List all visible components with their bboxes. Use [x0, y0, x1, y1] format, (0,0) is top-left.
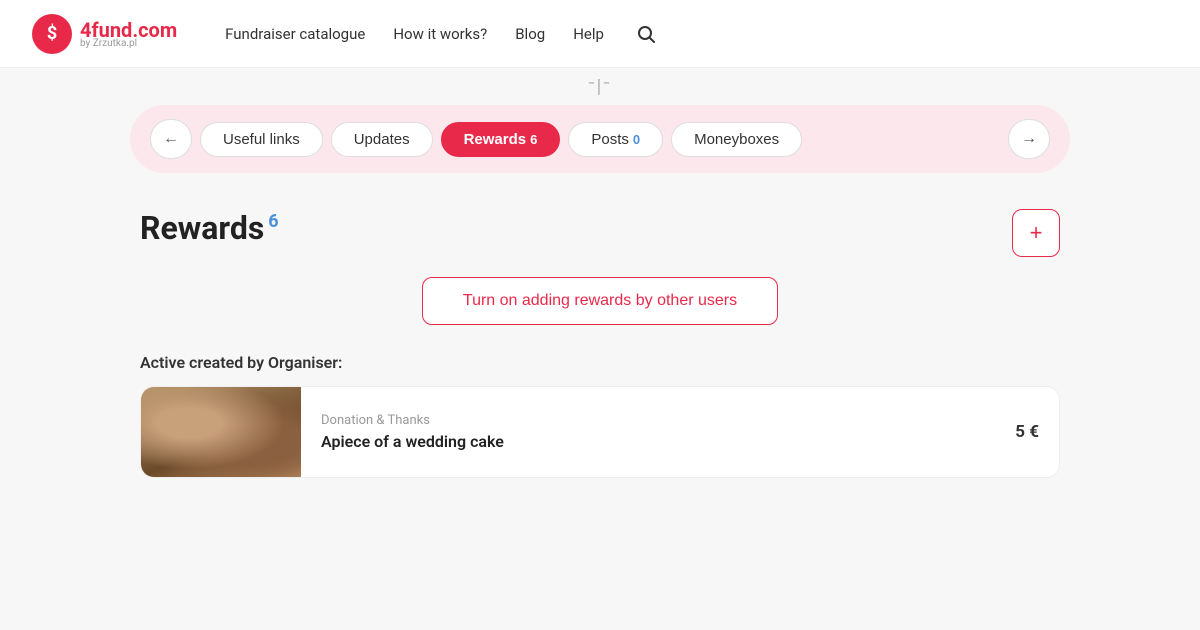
rewards-title: Rewards: [140, 209, 264, 247]
tab-posts-label: Posts: [591, 131, 629, 148]
rewards-title-wrap: Rewards 6: [140, 209, 279, 247]
tab-rewards-badge: 6: [530, 132, 537, 147]
scroll-dots: ⁻|⁻: [588, 76, 612, 97]
tab-moneyboxes-label: Moneyboxes: [694, 131, 779, 148]
tab-prev-button[interactable]: ←: [150, 119, 192, 159]
tab-next-button[interactable]: →: [1008, 119, 1050, 159]
main-nav: Fundraiser catalogue How it works? Blog …: [225, 24, 656, 44]
card-image: [141, 387, 301, 477]
card-title: Apiece of a wedding cake: [321, 432, 995, 451]
tab-rewards[interactable]: Rewards 6: [441, 122, 561, 157]
card-image-inner: [141, 387, 301, 477]
card-content: Donation & Thanks Apiece of a wedding ca…: [301, 413, 1015, 451]
tab-useful-links[interactable]: Useful links: [200, 122, 323, 157]
add-icon: +: [1030, 220, 1043, 246]
tab-updates[interactable]: Updates: [331, 122, 433, 157]
header: $ 4fund.com by Zrzutka.pl Fundraiser cat…: [0, 0, 1200, 68]
turn-on-button[interactable]: Turn on adding rewards by other users: [422, 277, 778, 325]
tab-updates-label: Updates: [354, 131, 410, 148]
tab-moneyboxes[interactable]: Moneyboxes: [671, 122, 802, 157]
rewards-count: 6: [268, 211, 278, 232]
card-price: 5 €: [1015, 422, 1039, 442]
nav-fundraiser-catalogue[interactable]: Fundraiser catalogue: [225, 25, 365, 43]
tabs-strip: ← Useful links Updates Rewards 6 Posts 0…: [130, 105, 1070, 173]
tab-rewards-label: Rewards: [464, 131, 527, 148]
reward-card: Donation & Thanks Apiece of a wedding ca…: [140, 386, 1060, 478]
search-icon: [636, 24, 656, 44]
tab-posts[interactable]: Posts 0: [568, 122, 663, 157]
logo[interactable]: $ 4fund.com by Zrzutka.pl: [32, 14, 177, 54]
rewards-header: Rewards 6 +: [140, 209, 1060, 257]
card-category: Donation & Thanks: [321, 413, 995, 428]
add-reward-button[interactable]: +: [1012, 209, 1060, 257]
tab-posts-badge: 0: [633, 132, 640, 147]
nav-blog[interactable]: Blog: [515, 25, 545, 43]
logo-tld: .com: [132, 18, 177, 42]
tab-useful-links-label: Useful links: [223, 131, 300, 148]
nav-how-it-works[interactable]: How it works?: [393, 25, 487, 43]
logo-icon: $: [32, 14, 72, 54]
nav-help[interactable]: Help: [573, 25, 604, 43]
search-button[interactable]: [636, 24, 656, 44]
active-section-label: Active created by Organiser:: [140, 353, 1060, 372]
turn-on-wrap: Turn on adding rewards by other users: [140, 277, 1060, 325]
turn-on-label: Turn on adding rewards by other users: [463, 292, 737, 309]
main-content: Rewards 6 + Turn on adding rewards by ot…: [0, 181, 1200, 478]
scroll-indicator: ⁻|⁻: [0, 68, 1200, 97]
logo-text-wrap: 4fund.com by Zrzutka.pl: [80, 18, 177, 49]
